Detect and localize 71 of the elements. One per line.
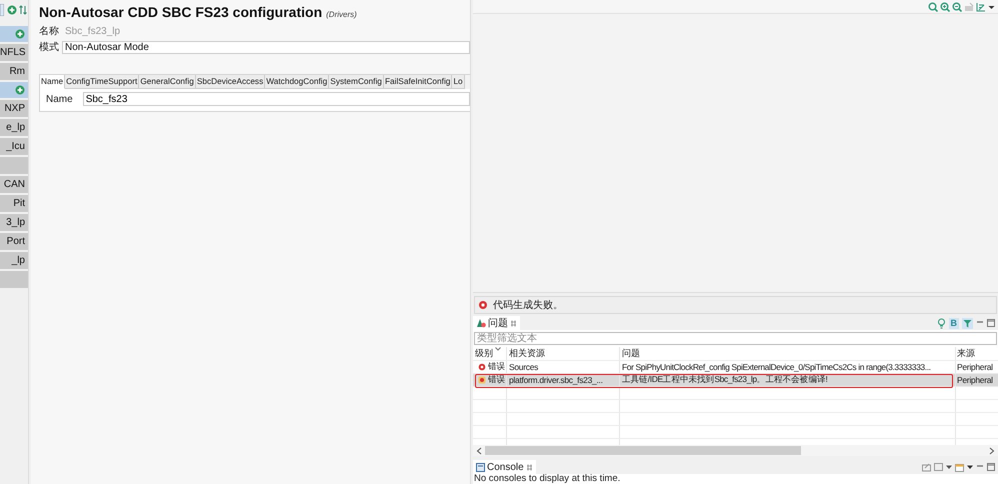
table-row[interactable]: 错误 platform.driver.sbc_fs23_... 工具链/IDE工程中未找到Sbc_fs23_lp。工程不会被编译! Peripheral xyxy=(473,374,998,387)
module-item[interactable]: Rm xyxy=(0,63,28,80)
tab[interactable]: Lo xyxy=(452,75,465,89)
zoom-fit-icon[interactable] xyxy=(928,2,938,12)
error-icon xyxy=(478,363,486,371)
sort-caret-icon[interactable] xyxy=(495,347,501,351)
dropdown-icon[interactable] xyxy=(967,464,973,470)
tab[interactable]: SbcDeviceAccess xyxy=(196,75,266,89)
new-console-icon[interactable] xyxy=(955,462,964,472)
editor-title: Non-Autosar CDD SBC FS23 configuration xyxy=(39,4,322,20)
dropdown-icon[interactable] xyxy=(946,464,952,470)
tab-label: 问题 xyxy=(488,317,508,330)
module-item[interactable]: e_lp xyxy=(0,119,28,136)
tab[interactable]: GeneralConfig xyxy=(139,75,196,89)
display-icon[interactable] xyxy=(934,462,943,472)
tab[interactable]: FailSafeInitConfig xyxy=(384,75,452,89)
module-item[interactable]: Pit xyxy=(0,195,28,212)
category-bar[interactable] xyxy=(0,26,28,42)
view-tab[interactable]: 问题 xyxy=(473,316,520,330)
maximize-icon[interactable] xyxy=(987,319,995,327)
tab-label: Console xyxy=(487,462,524,472)
module-item[interactable]: _Icu xyxy=(0,138,28,155)
maximize-icon[interactable] xyxy=(987,463,995,471)
error-icon xyxy=(478,376,486,384)
tab[interactable]: ConfigTimeSupport xyxy=(65,75,140,89)
table-row[interactable]: 错误 Sources For SpiPhyUnitClockRef_config SpiExternalDevice_0/SpiTimeCs2Cs in range(3.3333333... Peripheral xyxy=(473,361,998,374)
text-field[interactable]: Non-Autosar Mode xyxy=(62,40,470,54)
filter-icon[interactable] xyxy=(962,318,973,328)
console-message: No consoles to display at this time. xyxy=(473,474,622,484)
console-icon xyxy=(476,462,485,472)
error-icon xyxy=(478,300,488,310)
module-item[interactable]: CAN xyxy=(0,176,28,193)
table-cell: Peripheral xyxy=(957,362,993,372)
sort-icon[interactable] xyxy=(19,5,27,15)
module-item[interactable]: _lp xyxy=(0,252,28,269)
zoom-out-icon[interactable] xyxy=(952,2,962,12)
column-header[interactable]: 来源 xyxy=(956,347,998,360)
add-icon[interactable] xyxy=(15,85,25,95)
column-header[interactable]: 问题 xyxy=(620,347,956,360)
table-cell: 错误 xyxy=(488,374,506,386)
scroll-left-icon[interactable] xyxy=(476,446,482,454)
tab[interactable]: Name xyxy=(40,75,66,89)
scrollbar-thumb[interactable] xyxy=(485,446,801,455)
table-cell: Sources xyxy=(509,362,538,372)
problems-icon xyxy=(476,318,486,328)
add-icon[interactable] xyxy=(15,29,25,39)
tab[interactable]: SystemConfig xyxy=(329,75,384,89)
module-item[interactable]: Port xyxy=(0,233,28,250)
tab[interactable]: WatchdogConfig xyxy=(265,75,330,89)
status-message: 代码生成失败。 xyxy=(493,298,563,312)
module-item[interactable]: NXP xyxy=(0,100,28,117)
table-cell: 工具链/IDE工程中未找到Sbc_fs23_lp。工程不会被编译! xyxy=(622,374,828,386)
field-label: 模式 xyxy=(39,40,59,54)
table-cell: Peripheral xyxy=(957,375,993,385)
view-tab[interactable]: Console xyxy=(473,460,536,474)
field-label: 名称 xyxy=(39,25,59,38)
editor-subtitle: (Drivers) xyxy=(326,10,357,19)
field-label: Name xyxy=(46,94,73,104)
column-header[interactable]: 相关资源 xyxy=(507,347,620,360)
text-field[interactable]: Sbc_fs23 xyxy=(82,92,470,106)
zoom-in-icon[interactable] xyxy=(940,2,950,12)
lightbulb-icon[interactable] xyxy=(936,318,946,328)
category-bar[interactable] xyxy=(0,82,28,98)
add-icon[interactable] xyxy=(6,5,16,15)
table-cell: 错误 xyxy=(488,361,506,373)
table-cell: For SpiPhyUnitClockRef_config SpiExternalDevice_0/SpiTimeCs2Cs in range(3.3333333... xyxy=(622,362,931,372)
table-cell: platform.driver.sbc_fs23_... xyxy=(509,375,603,385)
module-item[interactable]: 3_lp xyxy=(0,214,28,231)
module-item[interactable]: NFLS xyxy=(0,44,28,61)
scroll-right-icon[interactable] xyxy=(989,446,995,454)
column-header[interactable]: 级别 xyxy=(473,347,507,360)
